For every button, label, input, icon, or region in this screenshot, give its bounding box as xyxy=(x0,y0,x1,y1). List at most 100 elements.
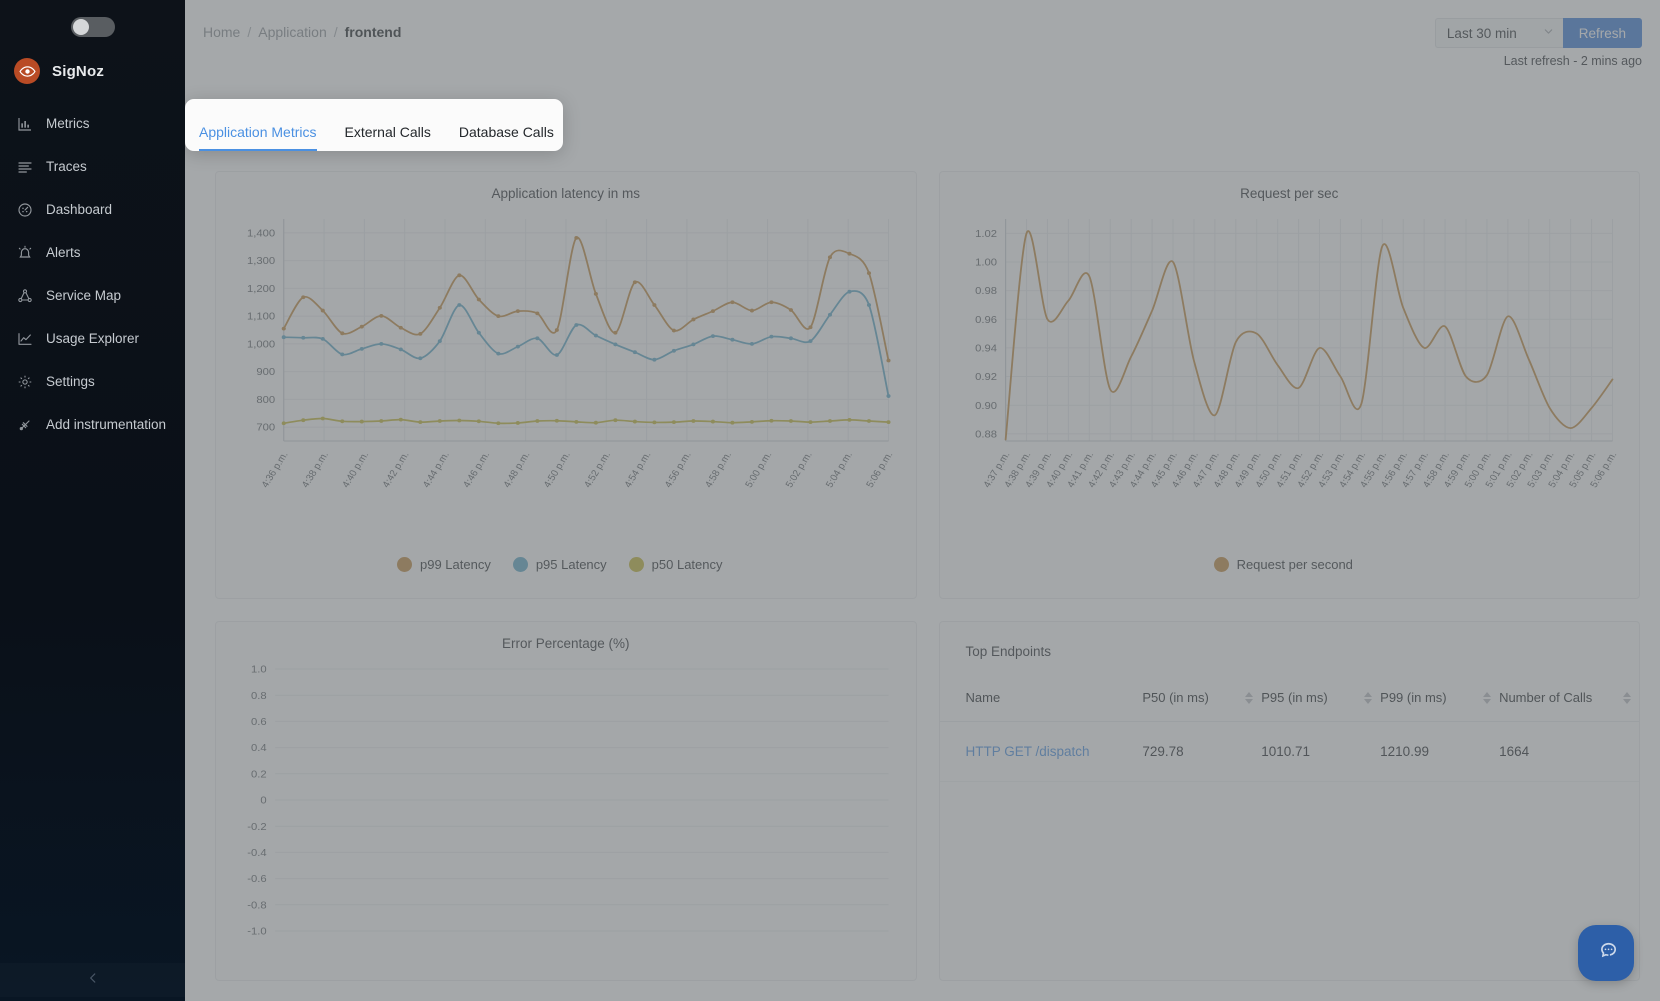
svg-text:4:38 p.m.: 4:38 p.m. xyxy=(300,450,331,490)
tab-database-calls[interactable]: Database Calls xyxy=(459,124,554,151)
svg-text:5:04 p.m.: 5:04 p.m. xyxy=(824,450,855,490)
column-header-number-of-calls[interactable]: Number of Calls xyxy=(1499,675,1639,721)
svg-text:0.2: 0.2 xyxy=(251,769,267,781)
legend-item[interactable]: p50 Latency xyxy=(629,557,723,572)
endpoint-link[interactable]: HTTP GET /dispatch xyxy=(966,744,1090,759)
sidebar-item-traces[interactable]: Traces xyxy=(0,145,185,188)
column-header-label: Number of Calls xyxy=(1499,689,1592,707)
legend-item[interactable]: Request per second xyxy=(1214,557,1353,572)
svg-text:4:56 p.m.: 4:56 p.m. xyxy=(663,450,694,490)
tab-application-metrics[interactable]: Application Metrics xyxy=(199,124,317,151)
svg-text:4:48 p.m.: 4:48 p.m. xyxy=(502,450,533,490)
sort-toggle-icon[interactable] xyxy=(1623,692,1631,704)
breadcrumb-current: frontend xyxy=(345,24,402,40)
legend-item[interactable]: p99 Latency xyxy=(397,557,491,572)
tabs-bar: Application Metrics External Calls Datab… xyxy=(185,99,563,151)
svg-text:0.90: 0.90 xyxy=(975,400,997,412)
svg-text:1.02: 1.02 xyxy=(975,228,997,240)
legend-color-swatch xyxy=(1214,557,1229,572)
panel-title: Application latency in ms xyxy=(228,186,904,201)
sort-toggle-icon[interactable] xyxy=(1245,692,1253,704)
breadcrumb-home[interactable]: Home xyxy=(203,24,240,40)
sort-toggle-icon[interactable] xyxy=(1483,692,1491,704)
svg-text:0.98: 0.98 xyxy=(975,286,997,298)
breadcrumb: Home / Application / frontend xyxy=(203,0,401,40)
svg-text:1,400: 1,400 xyxy=(247,228,275,240)
sidebar-item-alerts[interactable]: Alerts xyxy=(0,231,185,274)
column-header-label: Name xyxy=(966,689,1001,707)
cell-endpoint-name: HTTP GET /dispatch xyxy=(940,721,1143,781)
legend-label: p95 Latency xyxy=(536,557,607,572)
column-header-label: P50 (in ms) xyxy=(1142,689,1208,707)
error-percentage-chart[interactable]: 1.00.80.60.40.20-0.2-0.4-0.6-0.8-1.0 xyxy=(228,653,904,971)
breadcrumb-application[interactable]: Application xyxy=(258,24,327,40)
svg-text:0.96: 0.96 xyxy=(975,314,997,326)
eye-icon xyxy=(14,58,40,84)
panel-title: Request per sec xyxy=(952,186,1628,201)
chat-support-button[interactable] xyxy=(1578,925,1634,981)
cell-p50: 729.78 xyxy=(1142,721,1261,781)
svg-text:-0.6: -0.6 xyxy=(247,874,266,886)
column-header-p95[interactable]: P95 (in ms) xyxy=(1261,675,1380,721)
topbar-actions: Last 30 min Refresh Last refresh - 2 min… xyxy=(1435,0,1642,68)
application-latency-chart[interactable]: 7008009001,0001,1001,2001,3001,4004:36 p… xyxy=(228,203,904,503)
panel-application-latency: Application latency in ms 7008009001,000… xyxy=(215,171,917,599)
svg-text:700: 700 xyxy=(256,422,275,434)
sidebar-item-settings[interactable]: Settings xyxy=(0,360,185,403)
svg-text:4:52 p.m.: 4:52 p.m. xyxy=(582,450,613,490)
cell-p95: 1010.71 xyxy=(1261,721,1380,781)
panel-grid: Application latency in ms 7008009001,000… xyxy=(215,171,1640,981)
svg-text:4:44 p.m.: 4:44 p.m. xyxy=(421,450,452,490)
svg-text:1.0: 1.0 xyxy=(251,664,267,676)
cell-number-of-calls: 1664 xyxy=(1499,721,1639,781)
svg-text:4:54 p.m.: 4:54 p.m. xyxy=(623,450,654,490)
sort-toggle-icon[interactable] xyxy=(1364,692,1372,704)
time-range-select[interactable]: Last 30 min xyxy=(1435,18,1563,48)
sidebar-item-usage-explorer[interactable]: Usage Explorer xyxy=(0,317,185,360)
legend-item[interactable]: p95 Latency xyxy=(513,557,607,572)
chat-bubbles-icon xyxy=(1592,937,1620,970)
table-row: HTTP GET /dispatch 729.78 1010.71 1210.9… xyxy=(940,721,1640,781)
sidebar-item-service-map[interactable]: Service Map xyxy=(0,274,185,317)
sidebar-item-metrics[interactable]: Metrics xyxy=(0,102,185,145)
theme-toggle-knob xyxy=(73,19,89,35)
svg-text:4:40 p.m.: 4:40 p.m. xyxy=(340,450,371,490)
svg-text:0.8: 0.8 xyxy=(251,690,267,702)
sidebar-item-label: Service Map xyxy=(46,288,121,303)
svg-text:1.00: 1.00 xyxy=(975,257,997,269)
panel-title: Top Endpoints xyxy=(940,622,1640,659)
main-content: Home / Application / frontend Last 30 mi… xyxy=(185,0,1660,1001)
svg-text:5:06 p.m.: 5:06 p.m. xyxy=(864,450,895,490)
svg-text:-0.4: -0.4 xyxy=(247,847,266,859)
panel-title: Error Percentage (%) xyxy=(228,636,904,651)
sidebar-item-add-instrumentation[interactable]: Add instrumentation xyxy=(0,403,185,446)
brand[interactable]: SigNoz xyxy=(0,50,185,92)
table-head: Name P50 (in ms) P95 (in ms) xyxy=(940,675,1640,721)
sidebar-item-label: Metrics xyxy=(46,116,90,131)
refresh-button[interactable]: Refresh xyxy=(1563,18,1642,48)
svg-text:4:46 p.m.: 4:46 p.m. xyxy=(461,450,492,490)
column-header-label: P95 (in ms) xyxy=(1261,689,1327,707)
sidebar-item-label: Dashboard xyxy=(46,202,112,217)
theme-toggle[interactable] xyxy=(71,17,115,37)
chart-legend: p99 Latency p95 Latency p50 Latency xyxy=(228,557,904,572)
svg-text:5:02 p.m.: 5:02 p.m. xyxy=(784,450,815,490)
request-per-sec-chart[interactable]: 0.880.900.920.940.960.981.001.024:37 p.m… xyxy=(952,203,1628,503)
last-refresh-label: Last refresh - 2 mins ago xyxy=(1504,54,1642,68)
svg-text:4:58 p.m.: 4:58 p.m. xyxy=(703,450,734,490)
sidebar-collapse-button[interactable] xyxy=(0,963,185,997)
column-header-p50[interactable]: P50 (in ms) xyxy=(1142,675,1261,721)
breadcrumb-separator: / xyxy=(247,24,251,40)
svg-text:0.88: 0.88 xyxy=(975,429,997,441)
tab-external-calls[interactable]: External Calls xyxy=(345,124,431,151)
table-header-row: Name P50 (in ms) P95 (in ms) xyxy=(940,675,1640,721)
legend-color-swatch xyxy=(513,557,528,572)
svg-text:5:00 p.m.: 5:00 p.m. xyxy=(743,450,774,490)
sidebar-item-dashboard[interactable]: Dashboard xyxy=(0,188,185,231)
app-root: SigNoz Metrics Tra xyxy=(0,0,1660,1001)
chevron-left-icon xyxy=(86,971,100,990)
column-header-label: P99 (in ms) xyxy=(1380,689,1446,707)
line-chart-icon xyxy=(16,330,33,347)
sidebar-nav: Metrics Traces xyxy=(0,102,185,446)
column-header-p99[interactable]: P99 (in ms) xyxy=(1380,675,1499,721)
